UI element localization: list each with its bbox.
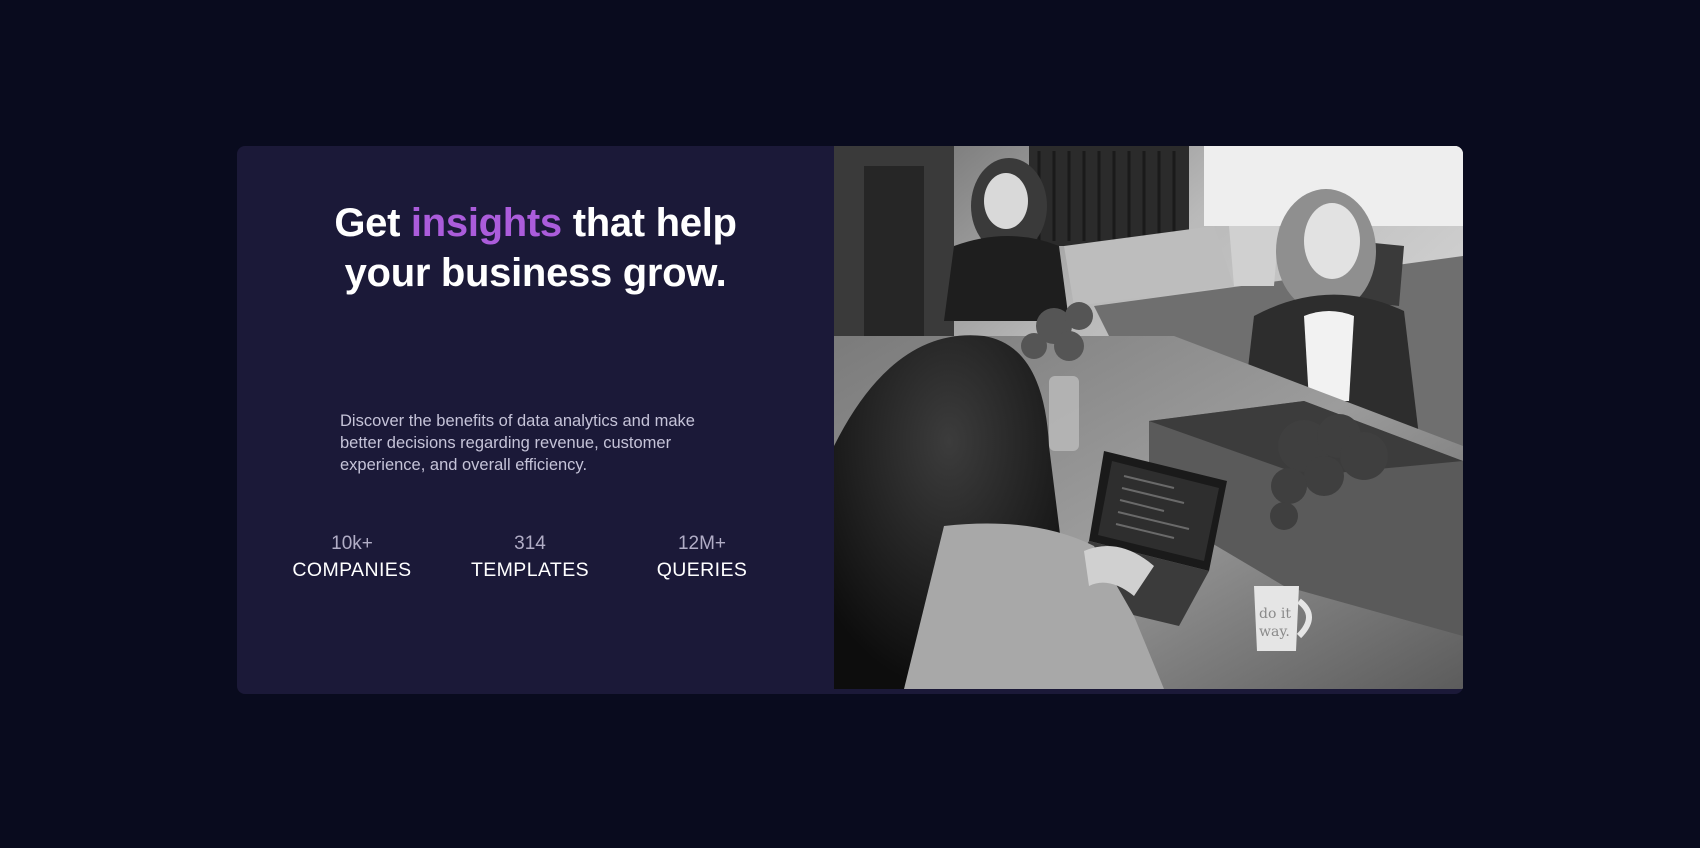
stat-templates: 314 TEMPLATES [468,532,592,584]
page: Get insights that help your business gro… [0,0,1700,848]
right-woman-face [1304,203,1360,279]
card-content: Get insights that help your business gro… [237,146,834,694]
glass-vase [1049,376,1079,451]
mug-text-line-1: do it [1259,606,1291,622]
headline-before: Get [334,201,411,245]
stat-queries: 12M+ QUERIES [653,532,751,584]
stat-value: 12M+ [677,533,727,554]
stats-list: 10k+ COMPANIES 314 TEMPLATES 12M+ QUERIE… [287,532,783,592]
header-image: do it way. [834,146,1463,689]
stat-label: QUERIES [656,559,748,581]
stat-companies: 10k+ COMPANIES [287,532,417,584]
right-woman-shirt [1304,311,1354,401]
description: Discover the benefits of data analytics … [340,412,695,474]
top-woman-face [984,173,1028,229]
stat-value: 10k+ [331,533,373,554]
top-woman-body [944,236,1069,321]
stat-value: 314 [514,533,546,554]
stats-preview-card: Get insights that help your business gro… [237,146,1463,694]
headline-accent: insights [410,201,562,245]
chair-back-1 [1229,226,1279,286]
stat-label: COMPANIES [292,559,412,581]
mug-text-line-2: way. [1259,624,1290,640]
headline: Get insights that help your business gro… [307,198,764,298]
stat-label: TEMPLATES [470,559,590,581]
office-photo-illustration: do it way. [834,146,1463,689]
